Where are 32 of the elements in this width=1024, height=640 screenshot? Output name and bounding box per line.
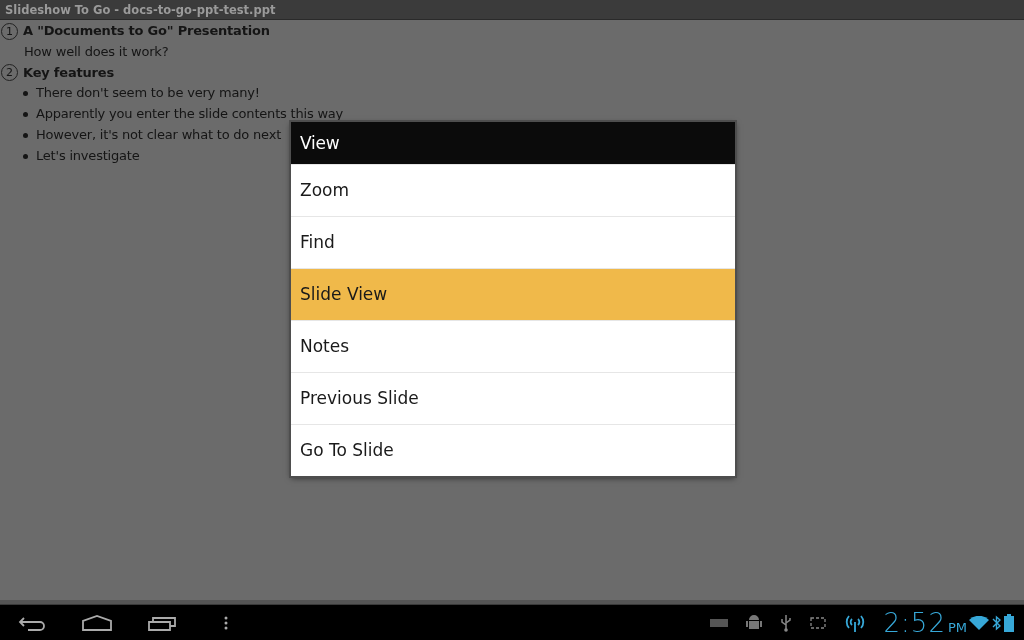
menu-item[interactable]: Find (291, 216, 735, 268)
bullet-text: There don't seem to be very many! (36, 84, 260, 103)
clock-time: 2:52 (883, 607, 946, 638)
clock-ampm: PM (947, 619, 967, 637)
menu-item[interactable]: Notes (291, 320, 735, 372)
menu-item[interactable]: Zoom (291, 164, 735, 216)
slide-subtitle: How well does it work? (24, 43, 169, 59)
battery-icon (1004, 613, 1014, 632)
android-icon (745, 613, 762, 632)
menu-title: View (291, 122, 735, 164)
bluetooth-icon (992, 614, 1001, 631)
bullet-text: Let's investigate (36, 146, 140, 165)
slide-title: A "Documents to Go" Presentation (23, 22, 270, 40)
menu-item[interactable]: Slide View (291, 268, 735, 320)
menu-icon[interactable] (224, 615, 228, 630)
bullet-icon (23, 91, 28, 97)
bullet-icon (23, 112, 28, 118)
usb-icon (779, 613, 792, 632)
menu-item[interactable]: Go To Slide (291, 424, 735, 476)
home-icon[interactable] (82, 614, 112, 631)
slide-title: Key features (23, 63, 114, 82)
keyboard-icon (709, 618, 728, 627)
bullet-text: Apparently you enter the slide contents this way (36, 105, 344, 124)
menu-item[interactable]: Previous Slide (291, 372, 735, 424)
recent-apps-icon[interactable] (148, 614, 176, 631)
wifi-icon (969, 615, 989, 630)
bullet-icon (23, 153, 28, 159)
window-title: Slideshow To Go - docs-to-go-ppt-test.ppt (0, 0, 1024, 20)
back-icon[interactable] (18, 614, 46, 631)
bullet-text: However, it's not clear what to do next (36, 126, 282, 144)
bullet-icon (23, 132, 28, 138)
screen-rotation-icon (809, 616, 826, 629)
